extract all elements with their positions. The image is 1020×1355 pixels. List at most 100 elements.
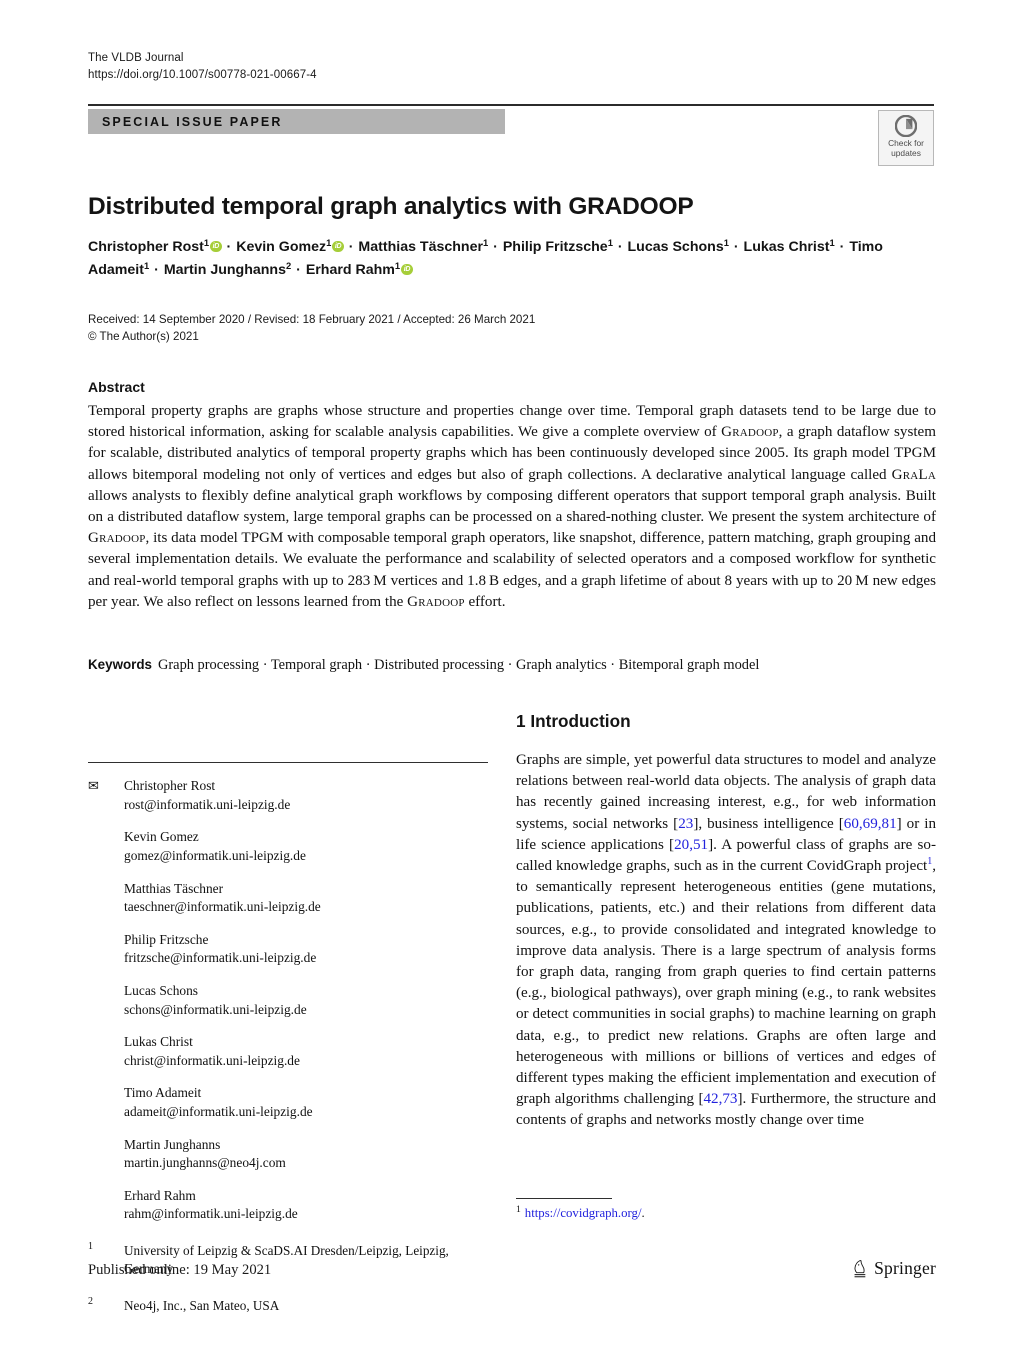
journal-header: The VLDB Journal https://doi.org/10.1007… <box>88 50 688 83</box>
keywords-values: Graph processing · Temporal graph · Dist… <box>158 657 760 673</box>
introduction-paragraph: Graphs are simple, yet powerful data str… <box>516 750 936 1132</box>
contact-name: Timo Adameit <box>124 1085 202 1101</box>
author-entry: Christopher Rost1 <box>88 237 222 255</box>
intro-text-b: ], business intelligence [ <box>693 815 844 832</box>
paper-page: The VLDB Journal https://doi.org/10.1007… <box>0 0 1020 1355</box>
author-separator: · <box>292 262 305 278</box>
abstract-text: Temporal property graphs are graphs whos… <box>88 401 936 613</box>
affiliation-text: Neo4j, Inc., San Mateo, USA <box>124 1297 280 1313</box>
introduction-column: 1 Introduction Graphs are simple, yet po… <box>516 710 936 1132</box>
abstract-smallcaps-grala: GraLa <box>891 466 936 483</box>
contact-email[interactable]: adameit@informatik.uni-leipzig.de <box>124 1103 500 1122</box>
orcid-icon[interactable] <box>210 240 222 252</box>
contact-entry: Kevin Gomez gomez@informatik.uni-leipzig.… <box>88 828 500 865</box>
contact-email[interactable]: rost@informatik.uni-leipzig.de <box>124 796 500 815</box>
contact-email[interactable]: taeschner@informatik.uni-leipzig.de <box>124 898 500 917</box>
footnote-number: 1 <box>516 1203 521 1215</box>
contact-name: Kevin Gomez <box>124 829 199 845</box>
contact-email[interactable]: fritzsche@informatik.uni-leipzig.de <box>124 949 500 968</box>
article-type-label: SPECIAL ISSUE PAPER <box>102 115 283 129</box>
crossmark-circle-icon <box>895 115 917 137</box>
orcid-icon[interactable] <box>332 240 344 252</box>
contact-name: Martin Junghanns <box>124 1136 221 1152</box>
received-revised-accepted: Received: 14 September 2020 / Revised: 1… <box>88 313 536 326</box>
contact-email[interactable]: martin.junghanns@neo4j.com <box>124 1154 500 1173</box>
springer-logo: Springer <box>852 1258 936 1279</box>
contact-email[interactable]: schons@informatik.uni-leipzig.de <box>124 1001 500 1020</box>
author-entry: Kevin Gomez1 <box>236 237 344 255</box>
author-name: Philip Fritzsche <box>502 239 608 255</box>
section-heading-introduction: 1 Introduction <box>516 711 631 731</box>
journal-name: The VLDB Journal <box>88 52 184 64</box>
abstract-smallcaps-gradoop-2: Gradoop <box>88 530 146 547</box>
contact-entry: Lucas Schons schons@informatik.uni-leipzi… <box>88 982 500 1019</box>
author-name: Erhard Rahm <box>305 262 395 278</box>
author-name: Kevin Gomez <box>236 239 327 255</box>
keywords-label: Keywords <box>88 657 152 672</box>
contact-entry: Philip Fritzsche fritzsche@informatik.uni… <box>88 931 500 968</box>
author-name: Matthias Täschner <box>358 239 483 255</box>
author-separator: · <box>835 239 849 255</box>
correspondence-divider <box>88 762 488 764</box>
contact-name: Matthias Täschner <box>124 880 224 896</box>
keywords-section: Keywords Graph processing · Temporal grap… <box>88 655 936 675</box>
contact-email[interactable]: christ@informatik.uni-leipzig.de <box>124 1052 500 1071</box>
orcid-icon[interactable] <box>401 263 413 275</box>
contact-entry: Matthias Täschner taeschner@informatik.un… <box>88 880 500 917</box>
contact-entry: Lukas Christ christ@informatik.uni-leipzi… <box>88 1033 500 1070</box>
publication-dates: Received: 14 September 2020 / Revised: 1… <box>88 312 788 345</box>
contact-entry: ✉ Christopher Rost rost@informatik.uni-lei… <box>88 777 500 814</box>
footnote-url-link[interactable]: https://covidgraph.org/ <box>525 1206 642 1220</box>
author-affiliation-marker: 1 <box>203 237 210 249</box>
contact-entry: Erhard Rahm rahm@informatik.uni-leipzig.d… <box>88 1187 500 1224</box>
author-entry: Matthias Täschner1 <box>358 238 488 255</box>
envelope-icon: ✉ <box>88 779 99 795</box>
author-separator: · <box>344 239 358 255</box>
citation-23[interactable]: 23 <box>678 816 693 832</box>
author-entry: Lucas Schons1 <box>627 238 729 255</box>
contact-name: Erhard Rahm <box>124 1187 196 1203</box>
author-name: Lucas Schons <box>627 239 724 255</box>
crossmark-caption: Check for updates <box>879 138 933 158</box>
springer-horse-icon <box>854 1259 866 1277</box>
citation-60-69-81[interactable]: 60,69,81 <box>844 816 897 832</box>
footnote-content: 1 https://covidgraph.org/. <box>516 1205 936 1222</box>
affiliation-number: 2 <box>88 1295 93 1307</box>
citation-20-51[interactable]: 20,51 <box>674 837 708 853</box>
abstract-part-4: , its data model TPGM with composable te… <box>88 530 936 610</box>
contact-name: Lukas Christ <box>124 1034 193 1050</box>
check-for-updates-badge[interactable]: Check for updates <box>878 110 934 166</box>
citation-42-73[interactable]: 42,73 <box>703 1091 737 1107</box>
affiliation-number: 1 <box>88 1240 93 1252</box>
contact-list: ✉ Christopher Rost rost@informatik.uni-lei… <box>88 777 500 1224</box>
copyright-line: © The Author(s) 2021 <box>88 329 199 343</box>
contact-name: Philip Fritzsche <box>124 931 209 947</box>
contact-email[interactable]: rahm@informatik.uni-leipzig.de <box>124 1205 500 1224</box>
page-title: Distributed temporal graph analytics wit… <box>88 193 694 221</box>
author-affiliation-marker: 1 <box>326 237 332 249</box>
published-online-text: Published online: 19 May 2021 <box>88 1262 272 1278</box>
contact-email[interactable]: gomez@informatik.uni-leipzig.de <box>124 847 500 866</box>
crossmark-line2: updates <box>891 148 921 159</box>
contact-name: Christopher Rost <box>124 778 216 794</box>
intro-text-e: , to semantically represent heterogeneou… <box>516 858 936 1108</box>
crossmark-line1: Check for <box>888 138 924 148</box>
abstract-smallcaps-gradoop-3: Gradoop <box>407 593 465 610</box>
author-name: Lukas Christ <box>743 239 830 255</box>
abstract-smallcaps-gradoop-1: Gradoop <box>721 424 779 441</box>
abstract-part-3: allows analysts to flexibly define analy… <box>88 487 936 526</box>
author-separator: · <box>150 262 163 278</box>
author-entry: Lukas Christ1 <box>743 238 835 255</box>
author-entry: Erhard Rahm1 <box>305 260 413 278</box>
author-affiliation-marker: 1 <box>394 260 401 272</box>
doi-link[interactable]: https://doi.org/10.1007/s00778-021-00667… <box>88 67 688 84</box>
contact-name: Lucas Schons <box>124 983 199 999</box>
contact-entry: Martin Junghanns martin.junghanns@neo4j.c… <box>88 1136 500 1173</box>
header-divider-rule <box>88 104 934 107</box>
footnote-divider <box>516 1198 612 1200</box>
author-entry: Martin Junghanns2 <box>164 261 291 278</box>
footnote-trailing: . <box>641 1206 645 1221</box>
springer-wordmark: Springer <box>874 1258 936 1278</box>
author-separator: · <box>729 239 743 255</box>
author-separator: · <box>613 239 627 255</box>
